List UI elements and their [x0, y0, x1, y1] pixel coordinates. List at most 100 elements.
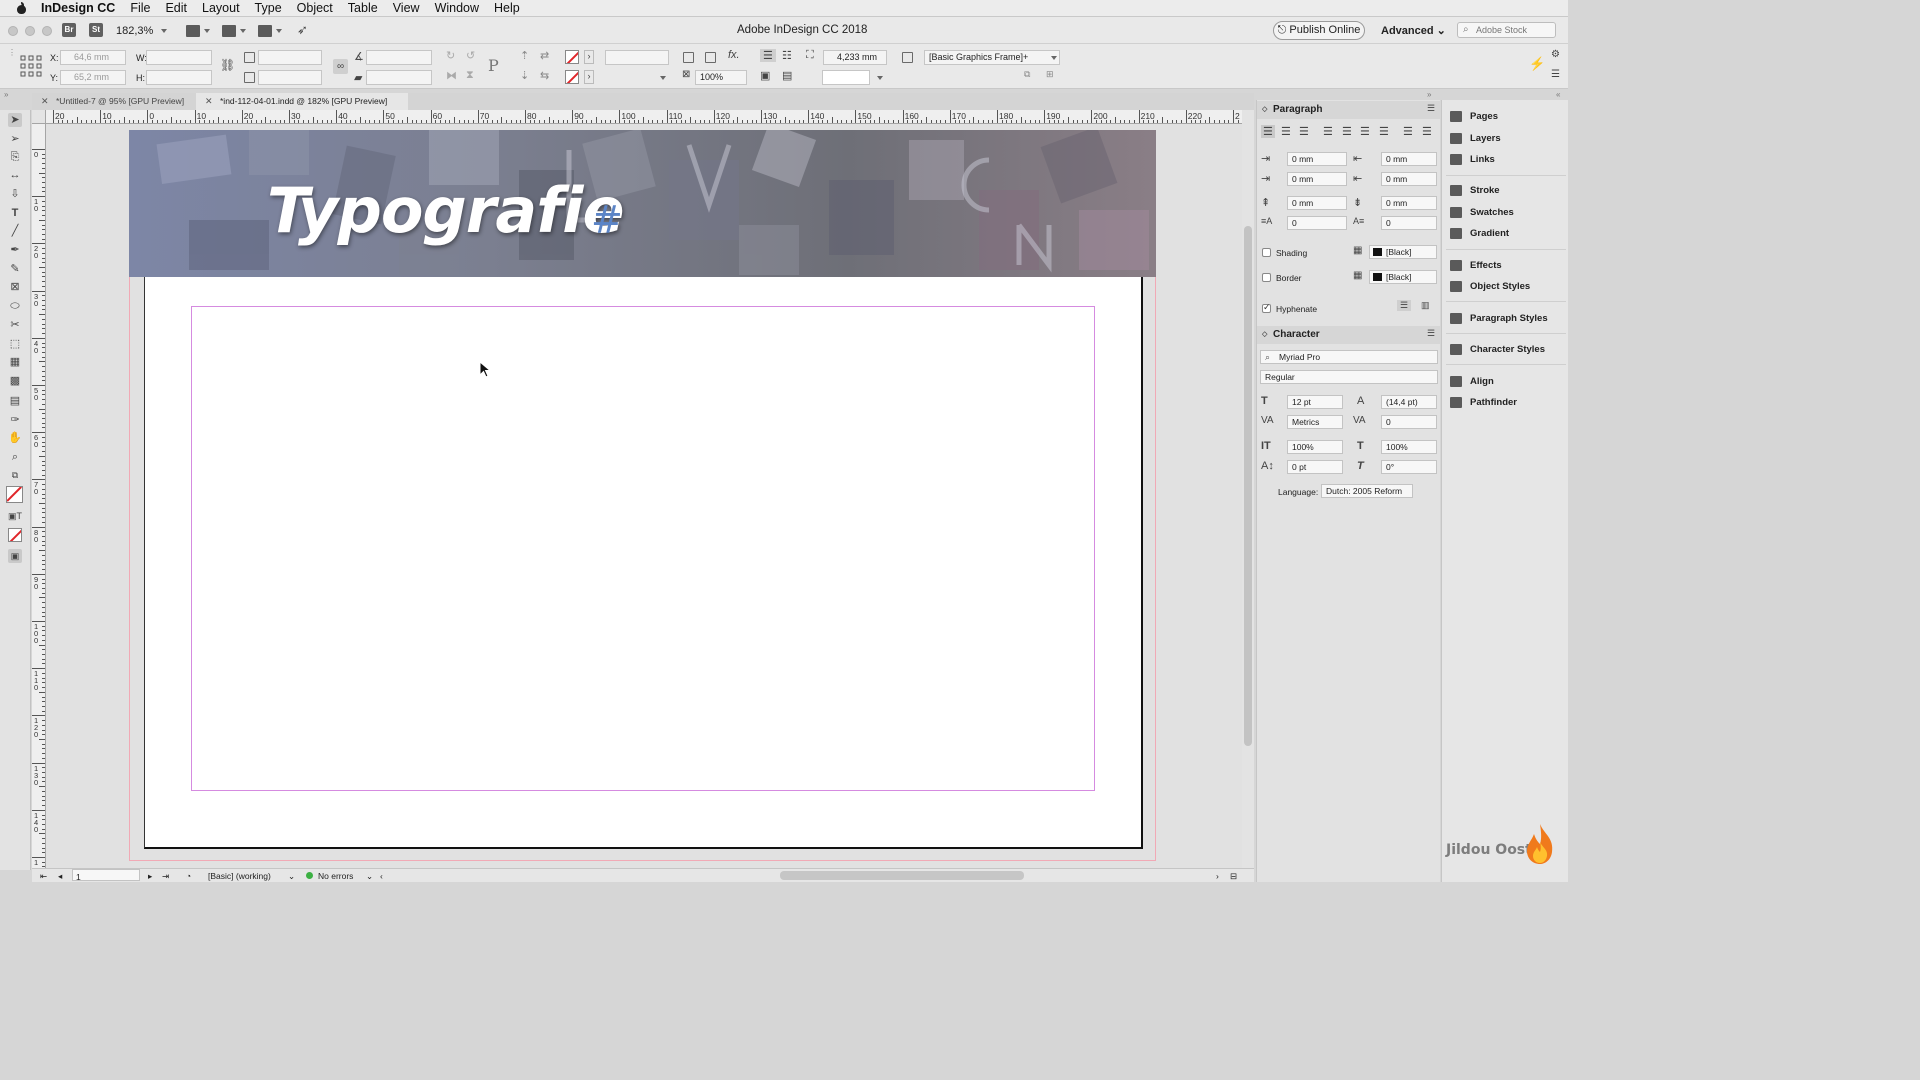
- select-next-object-icon[interactable]: ⇆: [540, 69, 549, 82]
- stroke-weight-field[interactable]: [605, 50, 669, 65]
- hyphenate-checkbox[interactable]: [1262, 302, 1271, 313]
- scissors-tool-icon[interactable]: ✂: [8, 318, 22, 332]
- flip-horizontal-icon[interactable]: ⧓: [446, 69, 457, 82]
- ellipse-tool-icon[interactable]: ⬭: [8, 299, 22, 313]
- type-tool-icon[interactable]: T: [8, 206, 22, 220]
- character-panel-header[interactable]: Character: [1257, 326, 1441, 344]
- align-stroke-center-icon[interactable]: ☰: [760, 49, 776, 62]
- fit-content-icon[interactable]: [683, 52, 694, 63]
- header-image-frame[interactable]: Typografie #: [129, 130, 1156, 277]
- workspace-switcher[interactable]: Advanced ⌄: [1381, 24, 1446, 37]
- stroke-none-swatch-icon[interactable]: [565, 70, 579, 84]
- last-page-button[interactable]: ⇥: [162, 871, 169, 882]
- drop-cap-chars-field[interactable]: 0: [1381, 216, 1437, 230]
- align-away-spine-icon[interactable]: ☰: [1422, 125, 1432, 138]
- formatting-affects-container-icon[interactable]: ▣T: [8, 509, 22, 523]
- tracking-field[interactable]: 0: [1381, 415, 1437, 429]
- right-indent-field[interactable]: 0 mm: [1381, 152, 1437, 166]
- last-line-indent-field[interactable]: 0 mm: [1381, 172, 1437, 186]
- align-stroke-inside-icon[interactable]: ☷: [782, 49, 792, 62]
- align-towards-spine-icon[interactable]: ☰: [1403, 125, 1413, 138]
- corner-options-icon[interactable]: ⛶: [806, 49, 814, 62]
- y-position-field[interactable]: 65,2 mm: [60, 70, 126, 85]
- split-window-icon[interactable]: ⊟: [1230, 871, 1237, 882]
- dock-align[interactable]: Align: [1448, 374, 1564, 390]
- vertical-scale-field[interactable]: 100%: [1287, 440, 1343, 454]
- scale-percent-field[interactable]: 100%: [695, 70, 747, 85]
- reference-point-icon[interactable]: [20, 55, 42, 77]
- preflight-dropdown-icon[interactable]: ⌄: [366, 871, 373, 882]
- text-wrap-around-icon[interactable]: ▤: [782, 69, 792, 82]
- dock-effects[interactable]: Effects: [1448, 258, 1564, 274]
- paragraph-panel-menu-icon[interactable]: ☰: [1427, 103, 1435, 114]
- scale-y-field[interactable]: [258, 70, 322, 85]
- screen-mode-dropdown-icon[interactable]: [240, 29, 246, 33]
- align-right-icon[interactable]: ☰: [1299, 125, 1309, 138]
- fill-none-swatch-icon[interactable]: [565, 50, 579, 64]
- adobe-stock-search-input[interactable]: ⌕ Adobe Stock: [1457, 22, 1556, 38]
- create-style-icon[interactable]: ⊞: [1046, 69, 1054, 80]
- horizontal-scale-field[interactable]: 100%: [1381, 440, 1437, 454]
- publish-online-button[interactable]: ⎋ Publish Online: [1273, 21, 1365, 40]
- eyedropper-tool-icon[interactable]: ✑: [8, 413, 22, 427]
- fit-frame-icon[interactable]: [705, 52, 716, 63]
- hand-tool-icon[interactable]: ✋: [8, 431, 22, 445]
- zoom-window-button[interactable]: [42, 26, 52, 36]
- shading-checkbox[interactable]: [1262, 248, 1271, 257]
- open-document-page-icon[interactable]: ◔: [186, 871, 191, 881]
- menu-file[interactable]: File: [130, 1, 150, 15]
- object-style-select[interactable]: [Basic Graphics Frame]+: [924, 50, 1060, 65]
- headline-typografie[interactable]: Typografie: [267, 174, 624, 247]
- justify-center-icon[interactable]: ☰: [1342, 125, 1352, 138]
- stock-app-button[interactable]: St: [89, 23, 103, 37]
- object-style-dropdown-icon[interactable]: [1051, 56, 1057, 60]
- fill-stroke-none-icon[interactable]: [6, 486, 23, 503]
- pencil-tool-icon[interactable]: ✎: [8, 262, 22, 276]
- dock-character-styles[interactable]: Character Styles: [1448, 342, 1564, 358]
- selection-tool-icon[interactable]: ➤: [8, 113, 22, 127]
- dock-paragraph-styles[interactable]: Paragraph Styles: [1448, 311, 1564, 327]
- corner-shape-preview[interactable]: [822, 70, 870, 85]
- close-window-button[interactable]: [8, 26, 18, 36]
- paragraph-composer-icon[interactable]: ▥: [1421, 300, 1430, 311]
- justify-all-icon[interactable]: ☰: [1379, 125, 1389, 138]
- view-options-icon[interactable]: [186, 25, 200, 37]
- vertical-scroll-thumb[interactable]: [1244, 226, 1252, 746]
- close-tab-icon[interactable]: ✕: [205, 93, 213, 110]
- scroll-right-icon[interactable]: ›: [1216, 871, 1219, 881]
- dock-collapse-icon[interactable]: «: [1556, 90, 1560, 99]
- close-tab-icon[interactable]: ✕: [41, 93, 49, 110]
- height-field[interactable]: [146, 70, 212, 85]
- menu-object[interactable]: Object: [297, 1, 333, 15]
- flip-vertical-icon[interactable]: ⧗: [466, 69, 474, 82]
- screen-mode-icon[interactable]: [222, 25, 236, 37]
- x-position-field[interactable]: 64,6 mm: [60, 50, 126, 65]
- menu-window[interactable]: Window: [435, 1, 479, 15]
- menu-help[interactable]: Help: [494, 1, 520, 15]
- justify-right-icon[interactable]: ☰: [1360, 125, 1370, 138]
- shading-swatch-select[interactable]: [Black]: [1369, 245, 1437, 259]
- font-size-field[interactable]: 12 pt: [1287, 395, 1343, 409]
- rotation-angle-field[interactable]: [366, 50, 432, 65]
- preflight-profile[interactable]: [Basic] (working): [208, 871, 271, 881]
- bridge-button[interactable]: Br: [62, 23, 76, 37]
- drop-cap-lines-field[interactable]: 0: [1287, 216, 1347, 230]
- vertical-scrollbar[interactable]: [1242, 110, 1254, 869]
- constrain-proportions-icon[interactable]: ⛓: [220, 58, 235, 72]
- dock-object-styles[interactable]: Object Styles: [1448, 279, 1564, 295]
- preflight-status-text[interactable]: No errors: [318, 871, 353, 881]
- border-swatch-select[interactable]: [Black]: [1369, 270, 1437, 284]
- tab-untitled-7[interactable]: ✕ *Untitled-7 @ 95% [GPU Preview]: [32, 93, 192, 110]
- scroll-left-icon[interactable]: ‹: [380, 871, 383, 881]
- gap-tool-icon[interactable]: ↔: [8, 168, 22, 182]
- scale-x-field[interactable]: [258, 50, 322, 65]
- space-before-field[interactable]: 0 mm: [1287, 196, 1347, 210]
- tools-collapse-icon[interactable]: »: [4, 90, 8, 99]
- stroke-type-dropdown-icon[interactable]: [660, 76, 666, 80]
- note-tool-icon[interactable]: ▤: [8, 394, 22, 408]
- tab-ind-112-04-01[interactable]: ✕ *ind-112-04-01.indd @ 182% [GPU Previe…: [196, 93, 408, 110]
- zoom-tool-icon[interactable]: ⌕: [8, 450, 22, 464]
- direct-selection-tool-icon[interactable]: ➢: [8, 132, 22, 146]
- border-checkbox[interactable]: [1262, 273, 1271, 282]
- line-tool-icon[interactable]: ╱: [8, 224, 22, 238]
